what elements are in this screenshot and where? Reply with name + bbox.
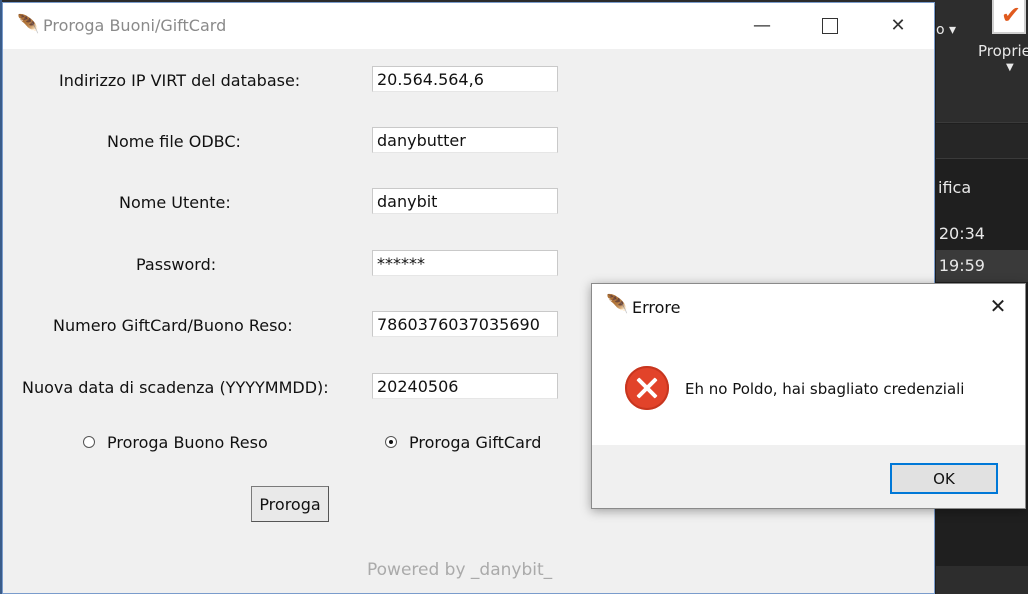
dialog-footer: OK bbox=[592, 445, 1025, 508]
radio-checked-icon[interactable] bbox=[385, 436, 397, 448]
giftcard-number-input[interactable] bbox=[372, 311, 558, 337]
background-ribbon-label: o ▾ bbox=[936, 22, 957, 38]
expiry-date-label: Nuova data di scadenza (YYYYMMDD): bbox=[22, 378, 329, 397]
proroga-button[interactable]: Proroga bbox=[251, 486, 329, 522]
error-message: Eh no Poldo, hai sbagliato credenziali bbox=[685, 380, 965, 398]
feather-icon: 🪶 bbox=[17, 14, 40, 35]
odbc-file-input[interactable] bbox=[372, 127, 558, 153]
close-button[interactable]: ✕ bbox=[982, 292, 1014, 320]
chevron-down-icon: ▼ bbox=[1006, 62, 1014, 73]
ip-address-label: Indirizzo IP VIRT del database: bbox=[59, 71, 301, 90]
giftcard-number-label: Numero GiftCard/Buono Reso: bbox=[53, 316, 293, 335]
close-icon: ✕ bbox=[890, 15, 906, 36]
password-label: Password: bbox=[136, 255, 217, 274]
radio-unchecked-icon[interactable] bbox=[83, 436, 95, 448]
radio-label: Proroga Buono Reso bbox=[107, 433, 268, 452]
password-input[interactable] bbox=[372, 250, 558, 276]
checkmark-icon[interactable]: ✔ bbox=[992, 0, 1026, 34]
ok-button[interactable]: OK bbox=[890, 463, 998, 494]
odbc-file-label: Nome file ODBC: bbox=[107, 132, 241, 151]
background-header bbox=[936, 124, 1028, 159]
background-column-header: ifica bbox=[938, 178, 972, 197]
properties-button[interactable]: Proprie bbox=[978, 42, 1028, 60]
background-footer bbox=[936, 566, 1028, 594]
background-time: - 19:59 bbox=[928, 256, 985, 275]
maximize-icon bbox=[822, 18, 838, 34]
username-label: Nome Utente: bbox=[119, 193, 231, 212]
title-bar[interactable]: 🪶 Proroga Buoni/GiftCard — ✕ bbox=[3, 3, 934, 49]
username-input[interactable] bbox=[372, 188, 558, 214]
error-icon bbox=[625, 366, 669, 410]
close-icon: ✕ bbox=[989, 294, 1007, 318]
minimize-icon: — bbox=[753, 15, 771, 36]
maximize-button[interactable] bbox=[807, 3, 853, 49]
minimize-button[interactable]: — bbox=[739, 3, 785, 49]
close-button[interactable]: ✕ bbox=[875, 3, 921, 49]
feather-icon: 🪶 bbox=[606, 294, 629, 315]
ip-address-input[interactable] bbox=[372, 66, 558, 92]
background-time: - 20:34 bbox=[928, 224, 985, 243]
error-dialog: 🪶 Errore ✕ Eh no Poldo, hai sbagliato cr… bbox=[591, 283, 1026, 509]
window-title: Proroga Buoni/GiftCard bbox=[43, 16, 227, 35]
dialog-title: Errore bbox=[632, 298, 681, 317]
radio-label: Proroga GiftCard bbox=[409, 433, 542, 452]
expiry-date-input[interactable] bbox=[372, 373, 558, 399]
powered-by-text: Powered by _danybit_ bbox=[367, 560, 553, 580]
